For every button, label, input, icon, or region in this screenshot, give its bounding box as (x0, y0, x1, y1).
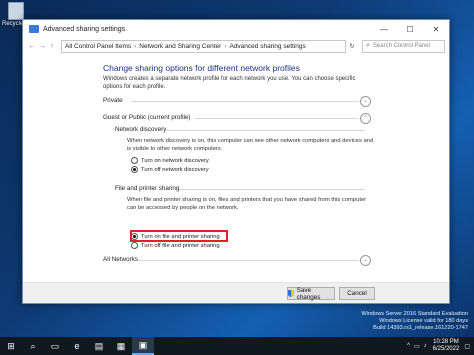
watermark-line-1: Windows Server 2016 Standard Evaluation (361, 311, 468, 317)
watermark-line-3: Build 14393.rs1_release.161220-1747 (373, 325, 468, 331)
minimize-button[interactable]: — (371, 25, 397, 34)
clock[interactable]: 10:28 PM 6/25/2022 (433, 339, 460, 353)
radio-network-discovery-on[interactable]: Turn on network discovery (131, 157, 209, 164)
radio-label: Turn off file and printer sharing (141, 242, 220, 249)
search-icon: ⌕ (366, 42, 370, 49)
network-icon (29, 25, 39, 33)
radio-dot-selected (131, 166, 138, 173)
section-all-networks[interactable]: All Networks ⌄ (103, 255, 371, 266)
radio-network-discovery-off[interactable]: Turn off network discovery (131, 166, 209, 173)
window-title: Advanced sharing settings (43, 25, 126, 33)
file-explorer-icon[interactable]: ▤ (88, 337, 110, 355)
network-discovery-desc: When network discovery is on, this compu… (127, 138, 374, 152)
system-tray: ^ ▭ ♪ 10:28 PM 6/25/2022 ▢ (407, 337, 470, 355)
search-placeholder: Search Control Panel (372, 43, 430, 49)
page-title: Change sharing options for different net… (103, 63, 300, 73)
radio-file-sharing-off[interactable]: Turn off file and printer sharing (131, 242, 220, 249)
save-changes-button[interactable]: Save changes (287, 286, 335, 301)
section-private-label: Private (103, 97, 123, 104)
section-guest-label: Guest or Public (current profile) (103, 114, 191, 121)
section-all-networks-label: All Networks (103, 256, 138, 263)
breadcrumb-network-center[interactable]: Network and Sharing Center (139, 43, 221, 50)
advanced-sharing-window: Advanced sharing settings — ☐ ✕ ← → ↑ Al… (22, 19, 450, 304)
highlight-box (130, 230, 228, 242)
divider (195, 118, 359, 119)
clock-date: 6/25/2022 (432, 346, 460, 352)
recycle-bin-image (8, 2, 24, 20)
address-bar[interactable]: All Control Panel Items › Network and Sh… (61, 39, 346, 53)
breadcrumb-separator-icon: › (134, 42, 137, 50)
cancel-button[interactable]: Cancel (339, 287, 375, 300)
search-input[interactable]: ⌕ Search Control Panel (362, 39, 445, 53)
divider (165, 130, 365, 131)
clock-time: 10:28 PM (433, 339, 459, 345)
chevron-up-icon[interactable]: ^ (407, 343, 410, 349)
section-guest-public[interactable]: Guest or Public (current profile) ⌃ (103, 113, 371, 124)
maximize-button[interactable]: ☐ (397, 25, 423, 34)
breadcrumb-separator-icon: › (224, 42, 227, 50)
section-private[interactable]: Private ⌄ (103, 96, 371, 107)
volume-icon[interactable]: ♪ (424, 343, 427, 349)
notifications-icon[interactable]: ▢ (464, 343, 470, 350)
title-bar[interactable]: Advanced sharing settings — ☐ ✕ (23, 20, 449, 38)
chevron-up-icon[interactable]: ⌃ (360, 113, 371, 124)
file-sharing-desc: When file and printer sharing is on, fil… (127, 197, 367, 211)
back-arrow-icon[interactable]: ← (27, 43, 37, 50)
radio-dot (131, 157, 138, 164)
task-view-icon[interactable]: ▭ (44, 337, 66, 355)
divider (131, 101, 359, 102)
server-manager-icon[interactable]: ▦ (110, 337, 132, 355)
address-bar-row: ← → ↑ All Control Panel Items › Network … (23, 38, 449, 54)
start-windows-icon[interactable]: ⊞ (0, 337, 22, 355)
refresh-icon[interactable]: ↻ (346, 42, 358, 50)
search-icon[interactable]: ⌕ (22, 337, 44, 355)
content-area: Change sharing options for different net… (23, 56, 449, 303)
file-sharing-title: File and printer sharing (115, 185, 180, 192)
close-button[interactable]: ✕ (423, 25, 449, 34)
chevron-down-icon[interactable]: ⌄ (360, 255, 371, 266)
internet-explorer-icon[interactable]: e (66, 337, 88, 355)
network-tray-icon[interactable]: ▭ (414, 343, 420, 350)
divider (139, 260, 359, 261)
divider (179, 189, 365, 190)
forward-arrow-icon[interactable]: → (37, 43, 47, 50)
watermark-line-2: Windows License valid for 180 days (379, 318, 468, 324)
chevron-down-icon[interactable]: ⌄ (360, 96, 371, 107)
footer-bar: Save changes Cancel (23, 282, 449, 303)
radio-label: Turn on network discovery (141, 157, 209, 164)
uac-shield-icon (288, 290, 294, 297)
network-discovery-title: Network discovery (115, 126, 167, 133)
license-watermark: Windows Server 2016 Standard Evaluation … (361, 311, 468, 332)
save-button-label: Save changes (296, 286, 321, 301)
radio-dot (131, 242, 138, 249)
up-arrow-icon[interactable]: ↑ (47, 43, 57, 50)
control-panel-icon[interactable]: ▣ (132, 337, 154, 355)
intro-text: Windows creates a separate network profi… (103, 76, 356, 90)
taskbar: ⊞ ⌕ ▭ e ▤ ▦ ▣ ^ ▭ ♪ 10:28 PM 6/25/2022 ▢ (0, 337, 474, 355)
radio-label: Turn off network discovery (141, 166, 209, 173)
breadcrumb-all-items[interactable]: All Control Panel Items (65, 43, 131, 50)
breadcrumb-advanced-sharing[interactable]: Advanced sharing settings (229, 43, 305, 50)
